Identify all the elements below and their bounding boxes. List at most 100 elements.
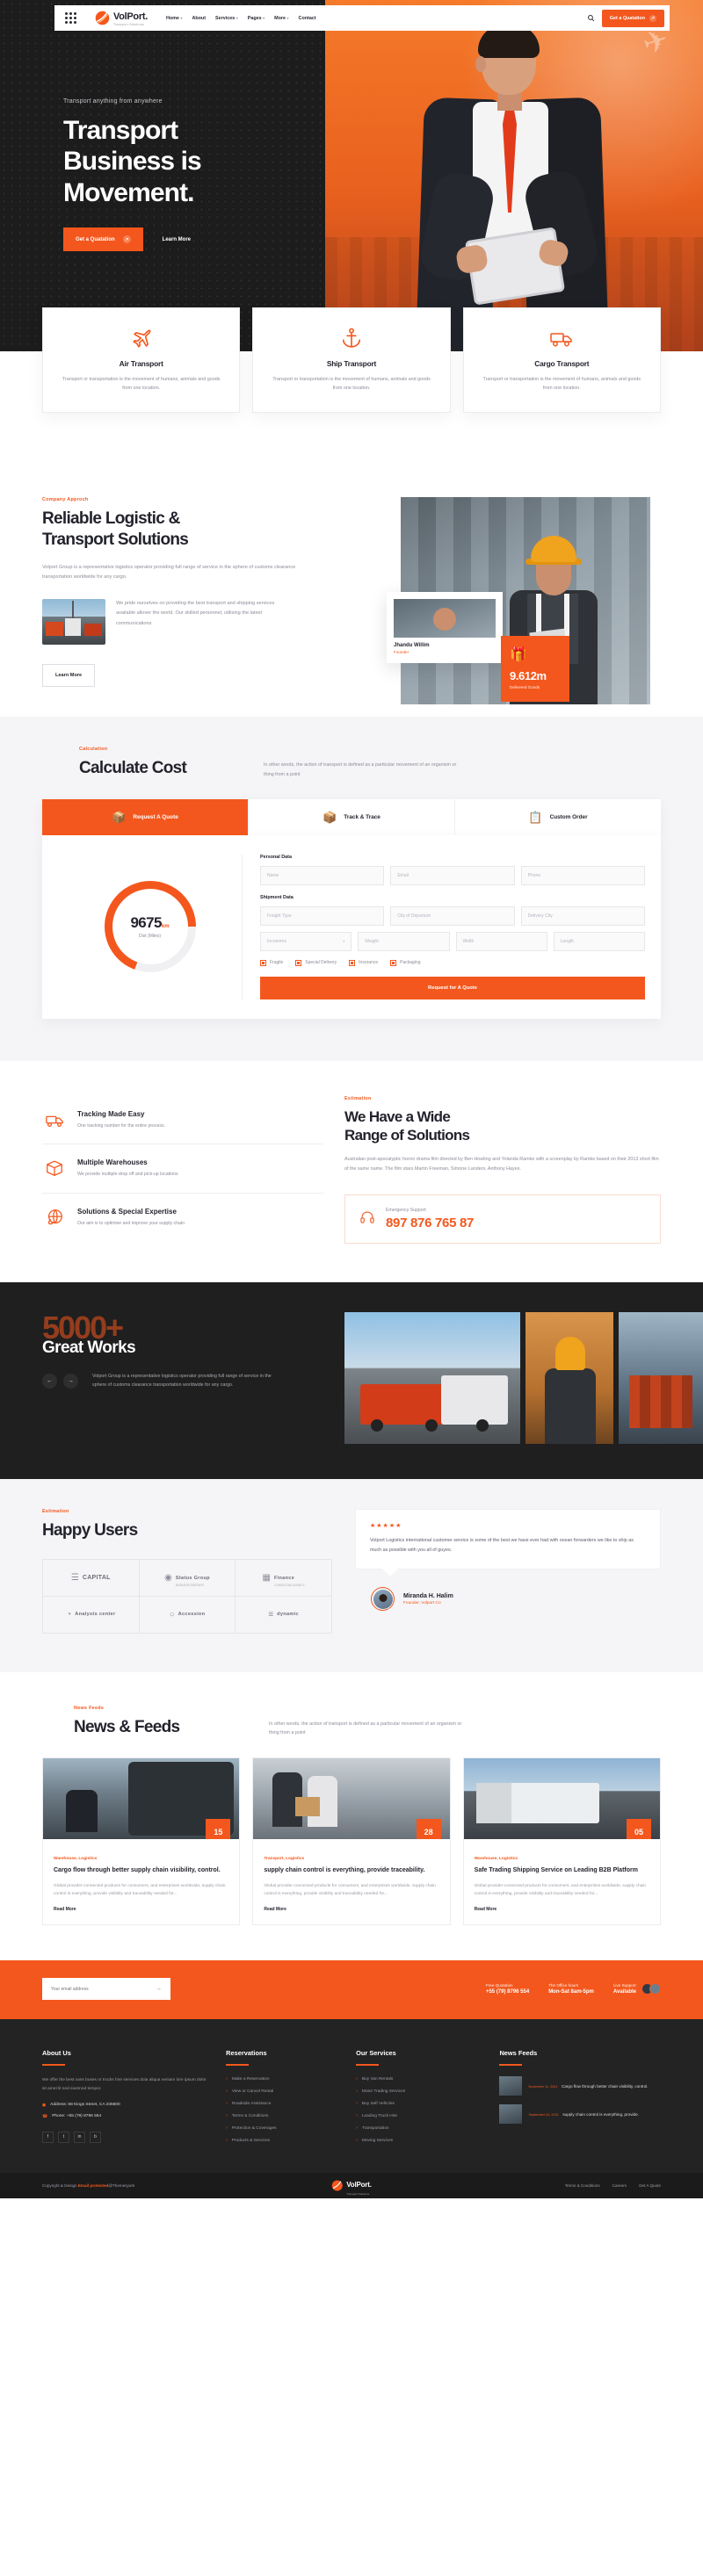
footer-link[interactable]: › Motor Trading Services	[356, 2089, 483, 2094]
footer-careers-link[interactable]: Careers	[612, 2183, 627, 2188]
checkbox-special-delivery[interactable]: Special Delivery	[295, 959, 337, 966]
service-card-air[interactable]: Air Transport Transport or transportatio…	[42, 307, 241, 413]
submit-arrow-icon[interactable]: →	[156, 1986, 162, 1992]
footer-link[interactable]: › Make a Reservation	[226, 2076, 340, 2082]
profile-card[interactable]: Jhandu Willim Founder	[387, 592, 503, 663]
client-logo-dynamic[interactable]: ≡ dynamic	[236, 1596, 332, 1634]
footer-get-quote-link[interactable]: Get A Quote	[639, 2183, 661, 2188]
footer-link[interactable]: › Moving Services	[356, 2138, 483, 2143]
service-card-cargo[interactable]: Cargo Transport Transport or transportat…	[462, 307, 661, 413]
freight-type-input[interactable]: Freight Type	[260, 906, 385, 926]
news-card[interactable]: 15 Mar Warehouse, Logistics Cargo flow t…	[42, 1757, 241, 1926]
behance-icon[interactable]: b	[90, 2131, 101, 2143]
newsletter-form: →	[42, 1978, 170, 2001]
request-quote-submit-button[interactable]: Request for A Quote	[260, 976, 645, 999]
delivery-city-input[interactable]: Delivery City	[520, 906, 645, 926]
name-input[interactable]: Name	[260, 865, 385, 885]
hero-photo: ✈	[325, 0, 703, 351]
news-read-more-link[interactable]: Read More	[475, 1907, 649, 1912]
news-read-more-link[interactable]: Read More	[54, 1907, 228, 1912]
nav-item-contact[interactable]: Contact	[299, 16, 316, 21]
footer-link[interactable]: › Products & Services	[226, 2138, 340, 2143]
emergency-support-box[interactable]: Emergency Support 897 876 765 87	[344, 1194, 661, 1244]
hero-learn-more-button[interactable]: Learn More	[152, 229, 201, 250]
nav-item-more[interactable]: More ▾	[274, 16, 288, 21]
feature-title: Solutions & Special Expertise	[77, 1208, 177, 1216]
footer-link[interactable]: › Protection & Coverages	[226, 2125, 340, 2131]
tab-request-a-quote[interactable]: 📦 Request A Quote	[42, 798, 249, 835]
copyright-text: Copyright & Design Email protected@Theme…	[42, 2183, 135, 2189]
nav-item-services[interactable]: Services ▾	[215, 16, 238, 21]
cta-office-hours: The Office hours Mon-Sat 8am-5pm	[548, 1983, 594, 1995]
nav-item-about[interactable]: About	[192, 16, 206, 21]
calculate-header: Calculation Calculate Cost In other word…	[42, 747, 661, 780]
cta-office-value: Mon-Sat 8am-5pm	[548, 1989, 594, 1995]
footer-link[interactable]: › Terms & Conditions	[226, 2113, 340, 2118]
client-logo-accession[interactable]: ○ Accession	[139, 1596, 236, 1634]
nav-quote-button[interactable]: Get a Quatation ↗	[601, 9, 664, 27]
footer-news-item[interactable]: September 24, 2021 supply chain control …	[499, 2104, 661, 2125]
email-input[interactable]: Email	[390, 865, 515, 885]
incoterms-select[interactable]: Incoterms ▾	[260, 931, 352, 951]
reliable-learn-more-button[interactable]: Learn More	[42, 663, 96, 687]
linkedin-icon[interactable]: in	[74, 2131, 85, 2143]
service-card-ship[interactable]: Ship Transport Transport or transportati…	[252, 307, 451, 413]
gallery-image-worker[interactable]	[525, 1311, 613, 1444]
tab-track-and-trace[interactable]: 📦 Track & Trace	[249, 798, 455, 835]
calculate-eyebrow: Calculation	[79, 746, 108, 752]
grid-dots-icon[interactable]	[54, 5, 86, 31]
client-logo-label: Analysts center	[75, 1612, 116, 1618]
reliable-title: Reliable Logistic & Transport Solutions	[42, 509, 189, 549]
checkbox-fragile[interactable]: Fragile	[260, 959, 283, 966]
checkbox-packaging[interactable]: Packaging	[390, 959, 420, 966]
swoosh-logo-icon	[331, 2180, 343, 2191]
delivery-box-icon: 🎁	[510, 647, 527, 662]
search-icon[interactable]	[587, 14, 595, 22]
footer-link[interactable]: › Transportation	[356, 2125, 483, 2131]
cta-live-support[interactable]: Live Support Available	[613, 1983, 661, 1995]
footer-link[interactable]: › View or Cancel Rental	[226, 2089, 340, 2094]
weight-input[interactable]: Weight	[358, 931, 450, 951]
client-logo-finance[interactable]: ▦ Finance CONSULTING AGENCY	[236, 1559, 332, 1597]
client-logo-capital[interactable]: ☰ CAPITAL	[43, 1559, 140, 1597]
reliable-right: Jhandu Willim Founder 🎁 9.612m Delivered…	[387, 497, 650, 704]
footer-link[interactable]: › Buy Self Vehicles	[356, 2101, 483, 2106]
brand-logo[interactable]: VolPort. Transport Solutions	[95, 9, 148, 26]
carousel-next-button[interactable]: →	[63, 1373, 78, 1389]
width-input[interactable]: Width	[455, 931, 547, 951]
news-card[interactable]: 28 Jan Transport, Logistics supply chain…	[252, 1757, 451, 1926]
hero-quote-button[interactable]: Get a Quatation ↗	[63, 227, 143, 252]
newsletter-email-input[interactable]	[51, 1986, 156, 1992]
happy-users-section: Estimation Happy Users ☰ CAPITAL ◉ Statu…	[0, 1478, 703, 1672]
nav-item-home[interactable]: Home ▾	[166, 16, 183, 21]
nav-item-pages[interactable]: Pages ▾	[248, 16, 265, 21]
footer-services-title: Our Services	[356, 2049, 396, 2058]
footer-phone[interactable]: ☎ Phone: +55 (79) 8796 554	[42, 2114, 210, 2121]
carousel-prev-button[interactable]: ←	[42, 1373, 57, 1389]
footer-link[interactable]: › Loading Truck Hire	[356, 2113, 483, 2118]
twitter-icon[interactable]: t	[58, 2131, 69, 2143]
footer-terms-link[interactable]: Terms & Conditions	[565, 2183, 600, 2188]
news-card[interactable]: 05 Aug Warehouse, Logistics Safe Trading…	[462, 1757, 661, 1926]
gallery-image-containers[interactable]	[619, 1311, 703, 1444]
gallery-image-trucks[interactable]	[344, 1311, 520, 1444]
client-logo-analysts-center[interactable]: ◔ Analysts center	[43, 1596, 140, 1634]
footer-news-item[interactable]: November 11, 2021 Cargo flow through bet…	[499, 2076, 661, 2096]
hero-section: ✈ VolPort. Transport Solutions Home ▾ Ab…	[0, 0, 703, 351]
service-text: Transport or transportation is the movem…	[272, 377, 431, 391]
tab-custom-order[interactable]: 📋 Custom Order	[455, 799, 661, 835]
phone-input[interactable]: Phone	[520, 865, 645, 885]
facebook-icon[interactable]: f	[42, 2131, 54, 2143]
client-logo-status-group[interactable]: ◉ Status Group BUSINESS PARTNER	[139, 1559, 236, 1597]
footer-link[interactable]: › Roadside Assistance	[226, 2101, 340, 2106]
package-pin-icon: 📦	[323, 810, 337, 824]
testimonial-block: ★★★★★ Volport Logistics international cu…	[355, 1508, 661, 1634]
footer-brand[interactable]: VolPort. Transport Solutions	[331, 2176, 372, 2196]
footer-link[interactable]: › Buy Van Rentals	[356, 2076, 483, 2082]
checkbox-insurance[interactable]: Insurance	[349, 959, 378, 966]
city-of-departure-input[interactable]: City of Departure	[390, 906, 515, 926]
news-read-more-link[interactable]: Read More	[264, 1907, 438, 1912]
length-input[interactable]: Length	[553, 931, 645, 951]
quote-form: Personal Data Name Email Phone Shipment …	[243, 855, 645, 999]
shipment-data-label: Shipment Data	[260, 894, 294, 900]
